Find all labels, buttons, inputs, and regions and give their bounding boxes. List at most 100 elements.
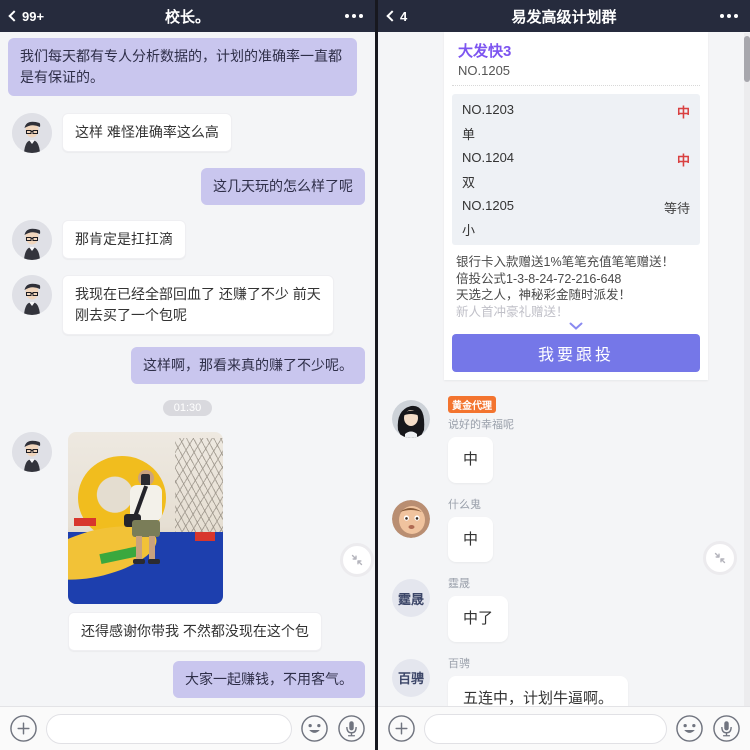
- chat-title: 易发高级计划群: [511, 8, 617, 26]
- sender-name: 说好的幸福呢: [448, 419, 514, 431]
- message-input[interactable]: [424, 713, 667, 744]
- attach-button[interactable]: [9, 714, 38, 743]
- message-row: 这几天玩的怎么样了呢: [8, 168, 367, 205]
- photo-message[interactable]: [68, 432, 223, 604]
- avatar[interactable]: [12, 220, 52, 260]
- message-bubble: 中: [448, 516, 494, 562]
- round-row: NO.1203 中 单: [462, 102, 690, 143]
- sender-name: 百骋: [448, 657, 470, 670]
- photo-red-accent: [195, 532, 215, 541]
- round-number: NO.1204: [462, 150, 515, 165]
- more-menu-button[interactable]: [345, 14, 375, 18]
- plan-card: 大发快3 NO.1205 NO.1203 中 单 NO.1204 中 双 NO.…: [444, 32, 708, 380]
- group-message: 黄金代理 说好的幸福呢 中: [392, 396, 750, 483]
- message-bubble: 这样啊，那看来真的赚了不少呢。: [131, 347, 365, 384]
- round-number: NO.1205: [462, 198, 515, 213]
- avatar[interactable]: 百骋: [392, 658, 430, 697]
- message-input[interactable]: [46, 713, 292, 744]
- emoji-icon: [676, 715, 703, 742]
- message-bubble: 还得感谢你带我 不然都没现在这个包: [68, 612, 322, 651]
- microphone-icon: [713, 715, 740, 742]
- baby-avatar-icon: [392, 499, 430, 538]
- message-row: 这样 难怪准确率这么高: [8, 113, 367, 153]
- emoji-button[interactable]: [300, 714, 329, 743]
- round-pick: 单: [462, 127, 476, 142]
- expand-more-button[interactable]: [452, 320, 700, 334]
- timestamp-row: 01:30: [8, 400, 367, 416]
- rounds-table: NO.1203 中 单 NO.1204 中 双 NO.1205 等待 小: [452, 94, 700, 245]
- group-message: 百骋 百骋 五连中，计划牛逼啊。: [392, 655, 750, 706]
- shrink-window-button[interactable]: [703, 541, 737, 575]
- voice-button[interactable]: [712, 714, 741, 743]
- right-input-bar: [378, 706, 750, 750]
- scrollbar-track: [744, 33, 750, 750]
- promo-line: 银行卡入款赠送1%笔笔充值笔笔赠送！: [456, 255, 675, 269]
- promo-line: 天选之人，神秘彩金随时派发！: [456, 288, 632, 302]
- message-bubble: 五连中，计划牛逼啊。: [448, 675, 629, 706]
- unread-count: 4: [400, 8, 408, 24]
- message-bubble: 那肯定是扛扛滴: [62, 220, 186, 259]
- message-bubble: 我们每天都有专人分析数据的，计划的准确率一直都是有保证的。: [8, 38, 357, 96]
- man-avatar-icon: [12, 113, 52, 153]
- role-badge: 黄金代理: [448, 396, 496, 413]
- avatar[interactable]: [392, 499, 430, 538]
- dual-chat-screen: 99+ 校长。 我们每天都有专人分析数据的，计划的准确率一直都是有保证的。 这样…: [0, 0, 750, 750]
- scrollbar-thumb[interactable]: [744, 36, 750, 82]
- man-avatar-icon: [12, 275, 52, 315]
- voice-button[interactable]: [337, 714, 366, 743]
- message-bubble: 大家一起赚钱，不用客气。: [173, 661, 365, 698]
- message-bubble: 这样 难怪准确率这么高: [62, 113, 232, 152]
- shrink-window-button[interactable]: [340, 543, 374, 577]
- back-button[interactable]: 99+: [0, 9, 44, 24]
- chevron-down-icon: [569, 322, 583, 330]
- left-input-bar: [0, 706, 375, 750]
- message-row: 那肯定是扛扛滴: [8, 220, 367, 260]
- message-bubble: 我现在已经全部回血了 还赚了不少 前天刚去买了一个包呢: [62, 275, 334, 335]
- follow-bet-button[interactable]: 我要跟投: [452, 334, 700, 372]
- emoji-button[interactable]: [675, 714, 704, 743]
- promo-line: 倍投公式1-3-8-24-72-216-648: [456, 271, 622, 286]
- avatar[interactable]: 霆晟: [392, 579, 430, 617]
- unread-count: 99+: [22, 8, 45, 24]
- right-header: 4 易发高级计划群: [378, 0, 750, 32]
- round-pick: 小: [462, 223, 476, 238]
- right-message-list: 大发快3 NO.1205 NO.1203 中 单 NO.1204 中 双 NO.…: [378, 32, 750, 706]
- timestamp: 01:30: [162, 400, 213, 416]
- current-round: NO.1205: [458, 63, 511, 78]
- avatar[interactable]: [12, 275, 52, 315]
- round-number: NO.1203: [462, 102, 515, 117]
- chat-panel-left: 99+ 校长。 我们每天都有专人分析数据的，计划的准确率一直都是有保证的。 这样…: [0, 0, 375, 750]
- girl-avatar-icon: [392, 400, 430, 438]
- avatar[interactable]: [392, 400, 430, 438]
- round-result: 中: [676, 153, 690, 168]
- left-message-list: 我们每天都有专人分析数据的，计划的准确率一直都是有保证的。 这样 难怪准确率这么…: [0, 32, 375, 706]
- round-result: 中: [676, 105, 690, 120]
- attach-button[interactable]: [387, 714, 416, 743]
- message-row: 这样啊，那看来真的赚了不少呢。: [8, 347, 367, 384]
- group-message: 霆晟 霆晟 中了: [392, 575, 750, 642]
- avatar[interactable]: [12, 432, 52, 472]
- back-icon: [8, 10, 20, 22]
- more-menu-button[interactable]: [720, 14, 750, 18]
- plus-icon: [388, 715, 415, 742]
- plus-icon: [10, 715, 37, 742]
- promo-line: 新人首冲豪礼赠送！: [456, 304, 569, 319]
- left-header: 99+ 校长。: [0, 0, 375, 32]
- round-row: NO.1204 中 双: [462, 150, 690, 191]
- back-icon: [386, 10, 398, 22]
- round-row: NO.1205 等待 小: [462, 198, 690, 239]
- microphone-icon: [338, 715, 365, 742]
- back-button[interactable]: 4: [378, 9, 407, 24]
- shrink-icon: [351, 554, 363, 566]
- chat-title: 校长。: [164, 8, 211, 26]
- message-row: [8, 432, 367, 604]
- man-avatar-icon: [12, 220, 52, 260]
- avatar[interactable]: [12, 113, 52, 153]
- promo-text: 银行卡入款赠送1%笔笔充值笔笔赠送！ 倍投公式1-3-8-24-72-216-6…: [456, 254, 698, 320]
- message-row: 还得感谢你带我 不然都没现在这个包: [8, 612, 367, 651]
- sender-name: 霆晟: [448, 578, 470, 590]
- message-row: 我们每天都有专人分析数据的，计划的准确率一直都是有保证的。: [8, 38, 367, 96]
- sender-name: 什么鬼: [448, 498, 481, 511]
- message-row: 大家一起赚钱，不用客气。: [8, 661, 367, 698]
- emoji-icon: [301, 715, 328, 742]
